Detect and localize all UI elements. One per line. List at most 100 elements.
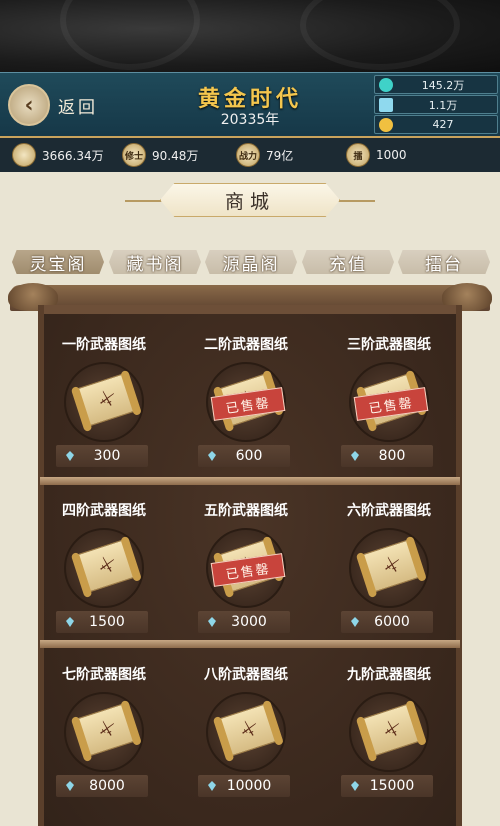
arena-icon: 擂 [346,143,370,167]
crystal-icon [66,781,74,791]
item-price: 1500 [89,614,125,630]
crystal-icon [351,451,359,461]
stat-value: 1000 [376,148,407,162]
people-icon [12,143,36,167]
item-image: ⚔已售罄 [206,528,286,608]
item-image: ⚔已售罄 [206,362,286,442]
tab-crystal[interactable]: 源晶阁 [205,250,297,274]
stat-value: 79亿 [266,148,294,163]
shop-item[interactable]: 五阶武器图纸 ⚔已售罄 3000 [178,484,314,634]
cultivator-icon: 修士 [122,143,146,167]
resource-value: 145.2万 [421,78,465,92]
cloud-ornament [60,0,200,70]
tab-arena[interactable]: 擂台 [398,250,490,274]
stat-power[interactable]: 战力 79亿 [236,142,293,168]
scroll-icon: ⚔ [360,702,422,758]
crystal-icon [66,617,74,627]
tab-recharge[interactable]: 充值 [302,250,394,274]
price-button[interactable]: 15000 [341,775,433,797]
item-price: 300 [93,448,121,464]
resource-value: 1.1万 [428,98,458,112]
item-name: 五阶武器图纸 [204,503,288,519]
scroll-icon: ⚔ [217,702,279,758]
scroll-icon: ⚔ [75,702,137,758]
weapon-icon: ⚔ [96,717,117,742]
stats-bar: 3666.34万 修士 90.48万 战力 79亿 擂 1000 [0,138,500,172]
header-bar: ‹ 返回 黄金时代 20335年 145.2万 1.1万 427 [0,72,500,138]
resource-row[interactable]: 1.1万 [374,95,498,114]
item-name: 七阶武器图纸 [62,667,146,683]
item-image: ⚔ [64,528,144,608]
top-backdrop [0,0,500,72]
shop-item[interactable]: 九阶武器图纸 ⚔ 15000 [321,648,457,798]
shop-item[interactable]: 七阶武器图纸 ⚔ 8000 [36,648,172,798]
cloud-ornament [300,0,460,70]
crystal-icon [208,617,216,627]
back-label: 返回 [58,97,98,118]
item-image: ⚔ [349,692,429,772]
item-name: 二阶武器图纸 [204,337,288,353]
item-price: 3000 [231,614,267,630]
price-button[interactable]: 800 [341,445,433,467]
item-name: 八阶武器图纸 [204,667,288,683]
weapon-icon: ⚔ [381,717,402,742]
shop-title-banner: 商城 [160,183,340,217]
crystal-icon [379,97,393,112]
item-price: 800 [378,448,406,464]
shop-item[interactable]: 三阶武器图纸 ⚔已售罄 800 [321,318,457,468]
weapon-icon: ⚔ [238,717,259,742]
price-button[interactable]: 1500 [56,611,148,633]
strength-icon: 战力 [236,143,260,167]
resource-panel: 145.2万 1.1万 427 [374,75,498,135]
resource-value: 427 [432,118,454,131]
crystal-icon [351,617,359,627]
stat-population[interactable]: 3666.34万 [12,142,104,168]
tab-library[interactable]: 藏书阁 [109,250,201,274]
scroll-icon: ⚔ [75,538,137,594]
weapon-icon: ⚔ [96,387,117,412]
item-name: 六阶武器图纸 [347,503,431,519]
item-image: ⚔ [64,362,144,442]
cyan-orb-icon [379,77,393,92]
item-name: 九阶武器图纸 [347,667,431,683]
shop-item[interactable]: 一阶武器图纸 ⚔ 300 [36,318,172,468]
item-price: 15000 [369,778,415,794]
item-image: ⚔已售罄 [349,362,429,442]
crystal-icon [351,781,359,791]
price-button[interactable]: 3000 [198,611,290,633]
price-button[interactable]: 10000 [198,775,290,797]
item-price: 8000 [89,778,125,794]
tab-lingbao[interactable]: 灵宝阁 [12,250,104,274]
back-button[interactable]: ‹ 返回 [8,83,98,127]
price-button[interactable]: 6000 [341,611,433,633]
item-name: 三阶武器图纸 [347,337,431,353]
item-image: ⚔ [206,692,286,772]
weapon-icon: ⚔ [96,553,117,578]
price-button[interactable]: 300 [56,445,148,467]
shop-item[interactable]: 六阶武器图纸 ⚔ 6000 [321,484,457,634]
crystal-icon [208,451,216,461]
shelf-divider [40,640,460,648]
item-image: ⚔ [349,528,429,608]
stat-value: 90.48万 [152,148,199,163]
shop-item[interactable]: 八阶武器图纸 ⚔ 10000 [178,648,314,798]
stat-cultivators[interactable]: 修士 90.48万 [122,142,198,168]
shop-item[interactable]: 二阶武器图纸 ⚔已售罄 600 [178,318,314,468]
era-year: 20335年 [220,112,280,128]
shop-title: 商城 [224,190,275,213]
scroll-icon: ⚔ [360,538,422,594]
resource-row[interactable]: 427 [374,115,498,134]
item-price: 6000 [374,614,410,630]
crystal-icon [66,451,74,461]
resource-row[interactable]: 145.2万 [374,75,498,94]
crystal-icon [208,781,216,791]
stat-arena[interactable]: 擂 1000 [346,142,407,168]
price-button[interactable]: 8000 [56,775,148,797]
shop-item[interactable]: 四阶武器图纸 ⚔ 1500 [36,484,172,634]
item-image: ⚔ [64,692,144,772]
item-name: 一阶武器图纸 [62,337,146,353]
price-button[interactable]: 600 [198,445,290,467]
stat-value: 3666.34万 [42,148,104,163]
weapon-icon: ⚔ [381,553,402,578]
gold-nugget-icon [379,117,393,132]
